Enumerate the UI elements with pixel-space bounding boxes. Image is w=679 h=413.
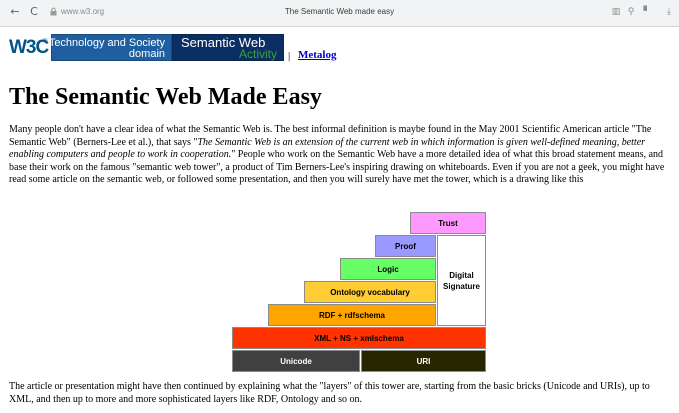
layer-ontology-label: Ontology vocabulary	[330, 287, 410, 297]
layer-unicode: Unicode	[232, 350, 360, 372]
layer-digital-signature: Digital Signature	[437, 235, 486, 326]
download-icon[interactable]: ⤓	[664, 6, 674, 18]
link-separator: |	[288, 50, 291, 62]
layer-proof-label: Proof	[395, 241, 416, 251]
technology-society-domain-link[interactable]: Technology and Society domain	[49, 34, 172, 61]
back-arrow-icon[interactable]: ←	[8, 4, 22, 20]
metalog-link[interactable]: Metalog	[298, 49, 336, 62]
layer-xml: XML + NS + xmlschema	[232, 327, 486, 349]
search-icon[interactable]: ⚲	[626, 6, 636, 18]
layer-rdf: RDF + rdfschema	[268, 304, 436, 326]
layer-uri: URI	[361, 350, 486, 372]
browser-toolbar: ← C www.w3.org The Semantic Web made eas…	[0, 0, 679, 27]
layer-logic-label: Logic	[377, 264, 399, 274]
layer-xml-label: XML + NS + xmlschema	[314, 333, 404, 343]
bookmark-icon[interactable]: ▘	[642, 6, 652, 18]
domain-label: domain	[128, 48, 165, 60]
semantic-web-activity-link[interactable]: Semantic Web Activity	[172, 34, 284, 61]
layer-proof: Proof	[375, 235, 436, 257]
digital-signature-line2: Signature	[443, 281, 480, 291]
layer-rdf-label: RDF + rdfschema	[318, 310, 386, 320]
layer-ontology: Ontology vocabulary	[304, 281, 436, 303]
layer-logic: Logic	[340, 258, 436, 280]
digital-signature-line1: Digital	[449, 270, 474, 280]
layers-paragraph: The article or presentation might have t…	[9, 381, 650, 405]
page-heading: The Semantic Web Made Easy	[9, 84, 322, 110]
activity-label: Activity	[238, 47, 277, 61]
lock-icon	[50, 7, 57, 16]
semantic-web-tower-diagram: Trust Proof Digital Signature Logic Ontol…	[0, 0, 679, 413]
w3c-logo-link[interactable]: W3C ®	[9, 36, 51, 60]
layer-trust: Trust	[410, 212, 486, 234]
reader-icon[interactable]: ▥	[611, 6, 621, 18]
intro-paragraph: Many people don't have a clear idea of w…	[9, 124, 673, 187]
layer-uri-label: URI	[416, 356, 431, 366]
layer-trust-label: Trust	[438, 218, 458, 228]
reload-icon[interactable]: C	[27, 4, 41, 20]
address-bar-url[interactable]: www.w3.org	[61, 6, 104, 18]
registered-mark: ®	[43, 39, 48, 45]
layer-unicode-label: Unicode	[280, 356, 312, 366]
